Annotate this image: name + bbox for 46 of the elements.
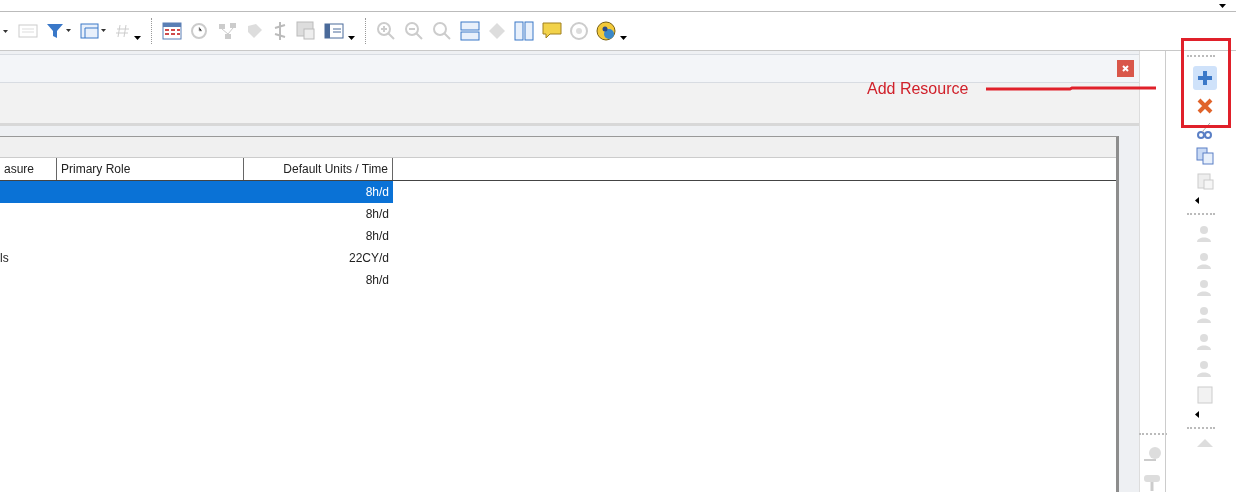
- annotation-label: Add Resource: [867, 80, 969, 98]
- zoom-out-icon[interactable]: [404, 21, 424, 41]
- table-cell: ls: [0, 251, 9, 265]
- table-cell: 8h/d: [365, 185, 389, 199]
- caret-icon[interactable]: [134, 36, 141, 40]
- table-row[interactable]: 8h/d: [0, 181, 393, 203]
- table-row[interactable]: ls 22CY/d: [0, 247, 393, 269]
- caret-icon[interactable]: [620, 36, 627, 40]
- zoom-in-icon[interactable]: [376, 21, 396, 41]
- help-globe-icon[interactable]: [596, 21, 616, 41]
- rows-icon[interactable]: [460, 21, 480, 41]
- caret-icon[interactable]: [1195, 197, 1199, 204]
- clock-icon[interactable]: [190, 22, 210, 40]
- table-cell: 8h/d: [365, 273, 389, 287]
- tag-icon[interactable]: [246, 22, 264, 40]
- add-button[interactable]: [1193, 66, 1217, 90]
- copy-icon[interactable]: [1196, 147, 1214, 165]
- split-icon[interactable]: [272, 21, 288, 41]
- table-row[interactable]: 8h/d: [0, 225, 393, 247]
- table-cell: 8h/d: [365, 207, 389, 221]
- plus-icon: [1196, 69, 1214, 87]
- caret-icon[interactable]: [348, 36, 355, 40]
- columns-icon[interactable]: [514, 21, 534, 41]
- scissors-icon[interactable]: [1196, 122, 1214, 140]
- window-icon[interactable]: [296, 21, 316, 41]
- column-header[interactable]: Primary Role: [57, 158, 244, 180]
- table-row[interactable]: 8h/d: [0, 203, 393, 225]
- page-icon[interactable]: [1196, 386, 1214, 404]
- panel-icon[interactable]: [324, 22, 344, 40]
- column-header[interactable]: Default Units / Time: [244, 158, 393, 180]
- layout-icon[interactable]: [80, 23, 108, 39]
- close-button[interactable]: [1117, 60, 1134, 77]
- network-icon[interactable]: [218, 22, 238, 40]
- table-row[interactable]: 8h/d: [0, 269, 393, 291]
- table-icon[interactable]: [162, 22, 182, 40]
- magnifier-icon[interactable]: [432, 21, 452, 41]
- filter-icon[interactable]: [46, 23, 72, 39]
- form-icon[interactable]: [18, 23, 38, 39]
- caret-icon[interactable]: [1219, 3, 1226, 8]
- paste-icon[interactable]: [1196, 172, 1214, 190]
- caret-icon[interactable]: [1195, 411, 1199, 418]
- table-cell: 22CY/d: [348, 251, 389, 265]
- table-cell: 8h/d: [365, 229, 389, 243]
- column-header[interactable]: asure: [0, 158, 57, 180]
- speech-bubble-icon[interactable]: [542, 22, 562, 40]
- delete-icon[interactable]: [1196, 97, 1214, 115]
